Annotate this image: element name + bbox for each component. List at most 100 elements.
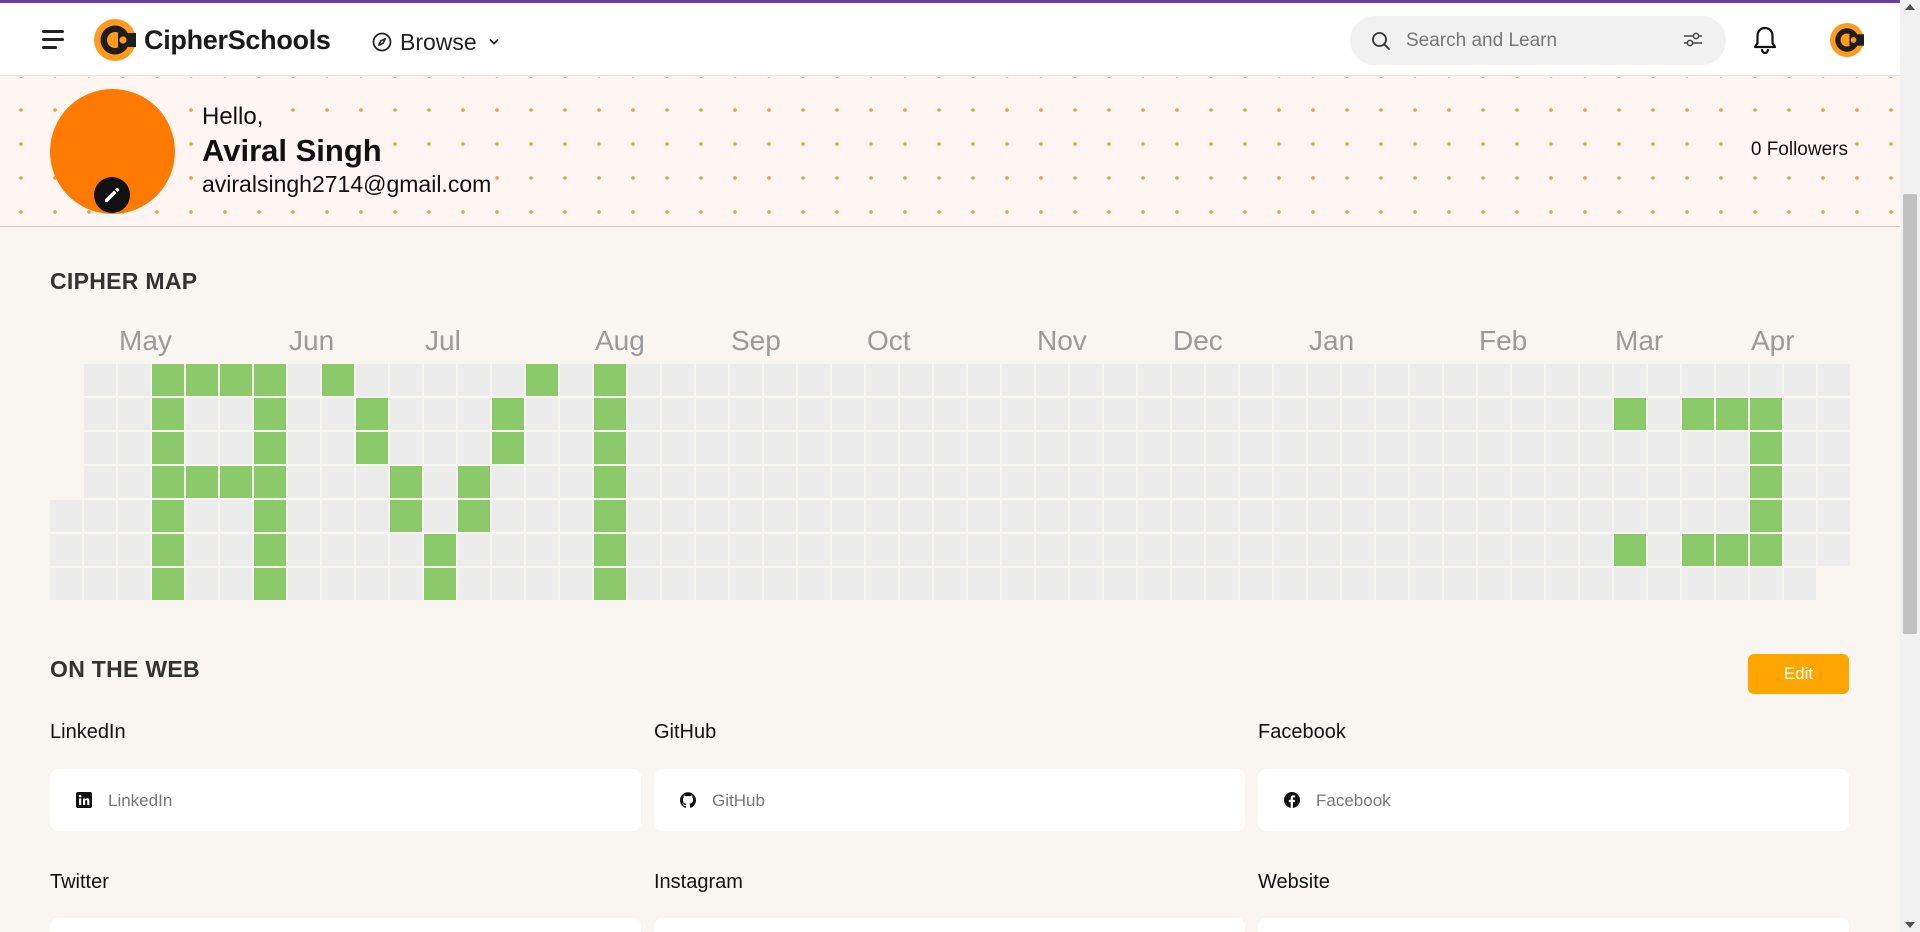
cipher-map-cell bbox=[730, 432, 762, 464]
cipher-map-cell bbox=[458, 500, 490, 532]
notification-bell-icon[interactable] bbox=[1752, 25, 1778, 55]
facebook-input[interactable] bbox=[1314, 785, 1818, 817]
cipher-map-cell bbox=[1036, 466, 1068, 498]
cipher-map-cell bbox=[1274, 364, 1306, 396]
cipher-map-cell bbox=[1172, 398, 1204, 430]
cipher-map-cell bbox=[1478, 500, 1510, 532]
cipher-map-cell bbox=[730, 500, 762, 532]
scroll-down-arrow-icon[interactable] bbox=[1905, 922, 1915, 928]
user-menu-icon[interactable] bbox=[1830, 23, 1864, 57]
facebook-icon bbox=[1284, 792, 1300, 808]
month-label: Sep bbox=[731, 325, 781, 356]
cipher-map-cell bbox=[254, 466, 286, 498]
scrollbar-thumb[interactable] bbox=[1903, 194, 1917, 634]
cipher-map-cell bbox=[628, 500, 660, 532]
cipher-map-cell bbox=[220, 466, 252, 498]
filter-sliders-icon[interactable] bbox=[1683, 31, 1703, 49]
cipher-map-cell bbox=[934, 432, 966, 464]
cipher-map-cell bbox=[594, 466, 626, 498]
cipher-map-cell bbox=[1308, 398, 1340, 430]
edit-avatar-button[interactable] bbox=[94, 177, 130, 213]
cipher-map-cell bbox=[1478, 398, 1510, 430]
github-field bbox=[654, 769, 1245, 831]
cipher-map-cell bbox=[1172, 364, 1204, 396]
search-bar bbox=[1350, 16, 1726, 65]
scroll-up-arrow-icon[interactable] bbox=[1905, 4, 1915, 10]
cipher-map-cell bbox=[1070, 568, 1102, 600]
cipher-map-cell bbox=[1614, 568, 1646, 600]
cipher-map-cell bbox=[1512, 398, 1544, 430]
cipher-map-cell bbox=[186, 500, 218, 532]
cipher-map-cell bbox=[968, 568, 1000, 600]
cipher-map-cell bbox=[50, 534, 82, 566]
cipher-map-cell bbox=[594, 398, 626, 430]
hamburger-menu-icon[interactable] bbox=[42, 30, 66, 50]
cipher-map-cell bbox=[730, 398, 762, 430]
cipher-map-cell bbox=[1172, 500, 1204, 532]
linkedin-label: LinkedIn bbox=[50, 721, 126, 743]
twitter-field[interactable] bbox=[50, 918, 641, 932]
website-label: Website bbox=[1258, 871, 1330, 893]
cipher-map-cell bbox=[594, 534, 626, 566]
cipher-map-cell bbox=[900, 568, 932, 600]
edit-links-button[interactable]: Edit bbox=[1748, 654, 1849, 694]
cipher-map-cell bbox=[628, 364, 660, 396]
cipher-map-cell bbox=[1750, 432, 1782, 464]
cipher-map-cell bbox=[1682, 432, 1714, 464]
cipher-map-cell bbox=[934, 568, 966, 600]
cipher-map-cell bbox=[1512, 364, 1544, 396]
cipher-map-cell bbox=[1580, 534, 1612, 566]
cipher-map-cell bbox=[1376, 466, 1408, 498]
cipher-map-cell bbox=[220, 534, 252, 566]
cipher-map-cell bbox=[1308, 534, 1340, 566]
cipher-map-cell bbox=[594, 432, 626, 464]
cipher-map-cell bbox=[1614, 500, 1646, 532]
cipher-map-cell bbox=[662, 364, 694, 396]
cipher-map-cell bbox=[696, 568, 728, 600]
cipherschools-logo-icon[interactable] bbox=[94, 19, 136, 61]
cipher-map-cell bbox=[1240, 432, 1272, 464]
cipher-map-grid bbox=[50, 364, 1850, 600]
cipher-map-cell bbox=[1546, 500, 1578, 532]
cipher-map-cell bbox=[1648, 500, 1680, 532]
website-field[interactable] bbox=[1258, 918, 1849, 932]
browse-label: Browse bbox=[400, 28, 477, 55]
instagram-field[interactable] bbox=[654, 918, 1245, 932]
cipher-map-cell bbox=[832, 364, 864, 396]
cipher-map-cell bbox=[560, 534, 592, 566]
cipher-map-cell bbox=[152, 398, 184, 430]
cipher-map-cell bbox=[764, 432, 796, 464]
cipher-map-cell bbox=[1104, 534, 1136, 566]
instagram-label: Instagram bbox=[654, 871, 743, 893]
cipher-map-cell bbox=[1308, 568, 1340, 600]
cipher-map-cell bbox=[1342, 568, 1374, 600]
cipher-map-cell bbox=[594, 500, 626, 532]
cipher-map-cell bbox=[1070, 364, 1102, 396]
cipher-map-cell bbox=[1580, 364, 1612, 396]
month-label: Feb bbox=[1479, 325, 1528, 356]
month-label: Oct bbox=[867, 325, 911, 356]
browse-dropdown[interactable]: Browse bbox=[372, 27, 499, 57]
cipher-map-cell bbox=[1648, 568, 1680, 600]
cipher-map-cell bbox=[1682, 500, 1714, 532]
cipher-map-cell bbox=[1070, 432, 1102, 464]
cipher-map-cell bbox=[254, 364, 286, 396]
cipher-map-cell bbox=[866, 568, 898, 600]
github-input[interactable] bbox=[710, 785, 1214, 817]
page-scrollbar[interactable] bbox=[1900, 0, 1920, 932]
cipher-map-cell bbox=[798, 500, 830, 532]
cipher-map-cell bbox=[1104, 466, 1136, 498]
cipher-map-cell bbox=[1410, 398, 1442, 430]
logo-text[interactable]: CipherSchools bbox=[144, 25, 331, 56]
cipher-map-cell bbox=[1036, 432, 1068, 464]
cipher-map-cell bbox=[322, 432, 354, 464]
cipher-map-cell bbox=[594, 364, 626, 396]
linkedin-input[interactable] bbox=[106, 785, 610, 817]
cipher-map-months: May Jun Jul Aug Sep Oct Nov Dec Jan Feb … bbox=[0, 325, 1900, 359]
cipher-map-cell bbox=[560, 364, 592, 396]
cipher-map-cell bbox=[1342, 500, 1374, 532]
cipher-map-cell bbox=[1002, 432, 1034, 464]
cipher-map-cell bbox=[1546, 466, 1578, 498]
search-input[interactable] bbox=[1404, 26, 1658, 56]
followers-count[interactable]: 0 Followers bbox=[1748, 139, 1850, 161]
